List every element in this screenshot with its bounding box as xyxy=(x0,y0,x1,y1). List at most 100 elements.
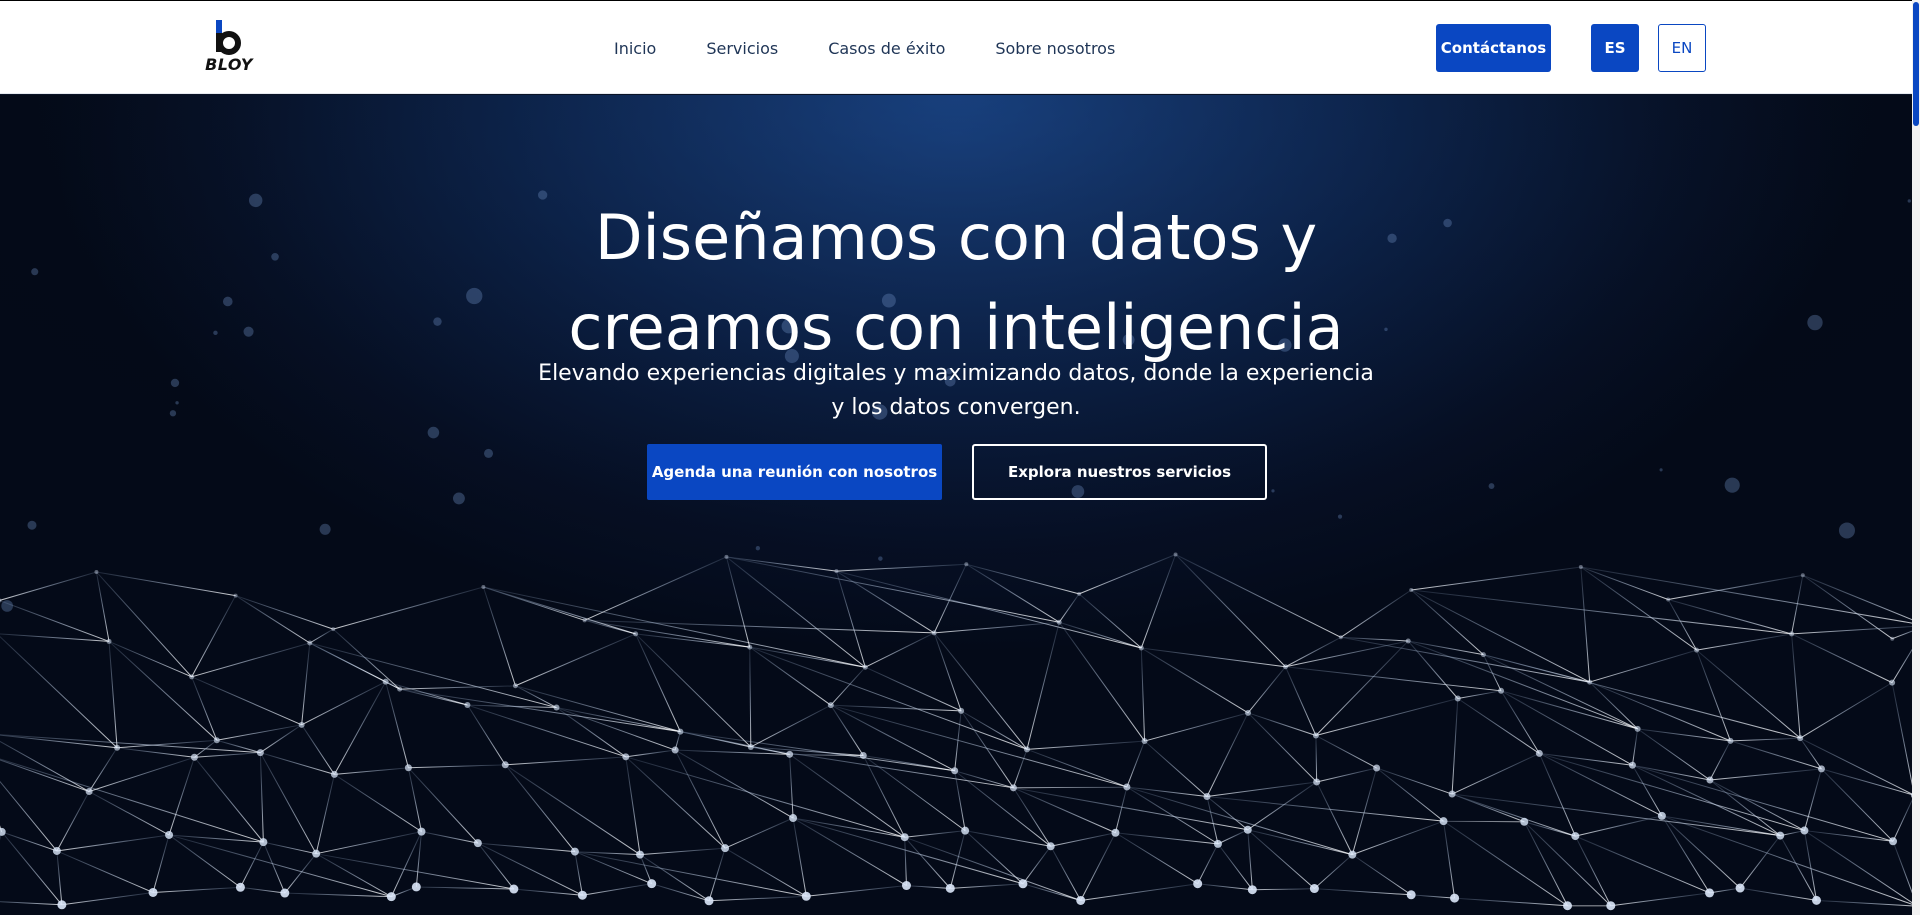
hero-title-line-2: creamos con inteligencia xyxy=(568,291,1344,364)
mesh-node xyxy=(1657,811,1666,820)
mesh-node xyxy=(1535,749,1543,757)
mesh-node xyxy=(1009,784,1017,792)
mesh-node xyxy=(1309,884,1319,894)
bokeh-particle xyxy=(453,492,465,505)
mesh-node xyxy=(1450,893,1460,903)
mesh-node xyxy=(1628,761,1636,769)
mesh-node xyxy=(1193,879,1203,889)
bokeh-particle xyxy=(175,401,179,405)
bokeh-particle xyxy=(213,330,218,336)
mesh-node xyxy=(1480,652,1486,658)
mesh-node xyxy=(1111,828,1120,837)
mesh-node xyxy=(1046,842,1055,851)
mesh-node xyxy=(411,882,421,892)
mesh-node xyxy=(1245,709,1252,716)
mesh-node xyxy=(827,702,834,709)
mesh-node xyxy=(801,891,811,901)
mesh-node xyxy=(577,890,587,900)
mesh-node xyxy=(1812,895,1822,905)
contact-button[interactable]: Contáctanos xyxy=(1436,24,1551,72)
scrollbar-track[interactable] xyxy=(1912,0,1920,915)
main-nav: Inicio Servicios Casos de éxito Sobre no… xyxy=(614,1,1165,95)
mesh-node xyxy=(1454,695,1461,702)
bokeh-particle xyxy=(755,546,761,551)
mesh-node xyxy=(553,704,560,711)
mesh-node xyxy=(1203,793,1211,801)
mesh-node xyxy=(1409,587,1414,592)
mesh-node xyxy=(671,746,679,754)
mesh-node xyxy=(859,751,867,759)
mesh-node xyxy=(1056,619,1062,625)
mesh-node xyxy=(1123,783,1131,791)
mesh-node xyxy=(901,881,911,891)
bokeh-particle xyxy=(170,378,180,388)
mesh-node xyxy=(633,631,639,637)
bokeh-particle xyxy=(31,268,39,276)
mesh-node xyxy=(1571,832,1580,841)
mesh-node xyxy=(747,743,754,750)
mesh-node xyxy=(1348,850,1357,859)
mesh-node xyxy=(622,753,630,761)
mesh-node xyxy=(94,569,99,574)
nav-link-sobre-nosotros[interactable]: Sobre nosotros xyxy=(995,39,1115,58)
hero-section: Diseñamos con datos y creamos con inteli… xyxy=(0,95,1912,915)
mesh-node xyxy=(1076,895,1086,905)
mesh-node xyxy=(582,618,587,623)
bokeh-particle xyxy=(1907,199,1911,203)
mesh-node xyxy=(1797,735,1804,742)
mesh-node xyxy=(1373,764,1381,772)
mesh-node xyxy=(570,847,579,856)
mesh-node xyxy=(1077,591,1082,596)
mesh-node xyxy=(1735,883,1745,893)
mesh-node xyxy=(1578,565,1583,570)
mesh-node xyxy=(724,554,729,559)
mesh-node xyxy=(501,761,509,769)
nav-link-servicios[interactable]: Servicios xyxy=(706,39,778,58)
language-en-button[interactable]: EN xyxy=(1658,24,1706,72)
mesh-node xyxy=(417,827,426,836)
scrollbar-thumb[interactable] xyxy=(1913,2,1919,126)
mesh-node xyxy=(190,753,198,761)
hero-subtitle: Elevando experiencias digitales y maximi… xyxy=(536,357,1376,425)
mesh-node xyxy=(298,721,305,728)
mesh-node xyxy=(481,584,486,589)
mesh-node xyxy=(1890,636,1895,641)
nav-link-inicio[interactable]: Inicio xyxy=(614,39,656,58)
explore-services-button[interactable]: Explora nuestros servicios xyxy=(972,444,1267,500)
mesh-node xyxy=(386,892,396,902)
mesh-node xyxy=(1789,631,1795,637)
mesh-node xyxy=(1563,901,1573,911)
mesh-node xyxy=(1666,597,1671,602)
hero-title: Diseñamos con datos y creamos con inteli… xyxy=(456,193,1456,373)
brand-logo[interactable]: BLOY xyxy=(204,19,254,77)
bokeh-particle xyxy=(1337,514,1343,519)
schedule-meeting-button[interactable]: Agenda una reunión con nosotros xyxy=(647,444,942,500)
bokeh-particle xyxy=(1724,477,1740,493)
mesh-node xyxy=(1889,837,1898,846)
mesh-node xyxy=(312,849,321,858)
mesh-node xyxy=(1800,573,1805,578)
language-es-button[interactable]: ES xyxy=(1591,24,1639,72)
mesh-node xyxy=(1448,790,1456,798)
nav-link-casos-de-exito[interactable]: Casos de éxito xyxy=(828,39,945,58)
bokeh-particle xyxy=(1659,468,1663,472)
bokeh-particle xyxy=(433,317,442,326)
mesh-node xyxy=(148,887,158,897)
mesh-node xyxy=(331,627,336,632)
bokeh-particle xyxy=(222,296,233,307)
mesh-node xyxy=(1439,817,1448,826)
bokeh-particle xyxy=(169,410,177,417)
mesh-node xyxy=(1498,687,1505,694)
mesh-node xyxy=(931,630,937,636)
mesh-node xyxy=(1776,831,1785,840)
mesh-node xyxy=(307,640,313,646)
mesh-node xyxy=(404,764,412,772)
mesh-node xyxy=(256,749,264,757)
mesh-node xyxy=(1173,552,1178,557)
mesh-line xyxy=(1443,820,1525,823)
mesh-node xyxy=(189,674,195,680)
mesh-node xyxy=(1889,679,1896,686)
mesh-node xyxy=(961,826,970,835)
mesh-node xyxy=(862,664,868,670)
mesh-node xyxy=(233,593,238,598)
